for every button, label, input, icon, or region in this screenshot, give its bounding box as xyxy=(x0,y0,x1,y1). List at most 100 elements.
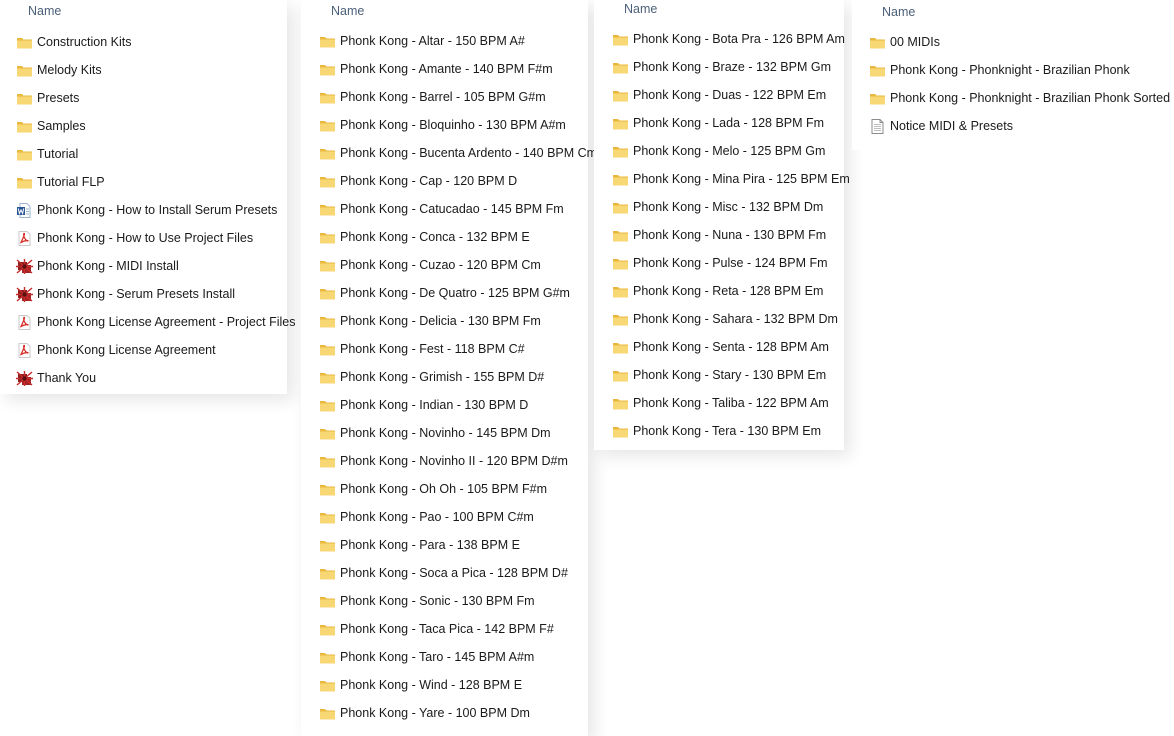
file-row[interactable]: Phonk Kong - Bota Pra - 126 BPM Am xyxy=(594,25,845,53)
folder-icon xyxy=(612,144,629,159)
name-column-header[interactable]: Name xyxy=(28,4,61,18)
file-row[interactable]: Phonk Kong - Phonknight - Brazilian Phon… xyxy=(852,84,1174,112)
file-row[interactable]: Phonk Kong - Tera - 130 BPM Em xyxy=(594,417,844,445)
folder-icon xyxy=(319,258,336,273)
file-row[interactable]: Phonk Kong - De Quatro - 125 BPM G#m xyxy=(301,279,588,307)
file-row[interactable]: Phonk Kong - Pao - 100 BPM C#m xyxy=(301,503,588,531)
file-row[interactable]: Phonk Kong - Conca - 132 BPM E xyxy=(301,223,588,251)
file-row[interactable]: Phonk Kong - Oh Oh - 105 BPM F#m xyxy=(301,475,588,503)
file-name: 00 MIDIs xyxy=(890,35,941,49)
file-row[interactable]: Phonk Kong - Cap - 120 BPM D xyxy=(301,167,588,195)
file-row[interactable]: Phonk Kong - Pulse - 124 BPM Fm xyxy=(594,249,844,277)
file-row[interactable]: Tutorial FLP xyxy=(0,168,287,196)
file-row[interactable]: Phonk Kong - Taca Pica - 142 BPM F# xyxy=(301,615,588,643)
file-row[interactable]: Phonk Kong - Serum Presets Install xyxy=(0,280,287,308)
folder-icon xyxy=(612,284,629,299)
file-name: Phonk Kong - Delicia - 130 BPM Fm xyxy=(340,314,541,328)
file-name: Phonk Kong - Pao - 100 BPM C#m xyxy=(340,510,534,524)
file-name: Notice MIDI & Presets xyxy=(890,119,1013,133)
file-row[interactable]: Phonk Kong - Grimish - 155 BPM D# xyxy=(301,363,588,391)
file-row[interactable]: Phonk Kong - How to Install Serum Preset… xyxy=(0,196,287,224)
file-name: Tutorial FLP xyxy=(37,175,105,189)
folder-icon xyxy=(612,340,629,355)
file-row[interactable]: Phonk Kong - Altar - 150 BPM A# xyxy=(301,27,588,55)
installer-icon xyxy=(16,370,33,386)
file-row[interactable]: Phonk Kong - How to Use Project Files xyxy=(0,224,287,252)
file-row[interactable]: Phonk Kong - Catucadao - 145 BPM Fm xyxy=(301,195,588,223)
file-row[interactable]: Phonk Kong - Delicia - 130 BPM Fm xyxy=(301,307,588,335)
file-row[interactable]: Phonk Kong - Bucenta Ardento - 140 BPM C… xyxy=(301,139,597,167)
file-row[interactable]: Phonk Kong - Nuna - 130 BPM Fm xyxy=(594,221,844,249)
file-name: Phonk Kong - Senta - 128 BPM Am xyxy=(633,340,829,354)
file-name: Phonk Kong - Bucenta Ardento - 140 BPM C… xyxy=(340,146,598,160)
folder-icon xyxy=(16,63,33,78)
folder-icon xyxy=(612,368,629,383)
file-row[interactable]: Phonk Kong - Senta - 128 BPM Am xyxy=(594,333,844,361)
file-row[interactable]: Phonk Kong - Amante - 140 BPM F#m xyxy=(301,55,588,83)
folder-icon xyxy=(319,482,336,497)
file-row[interactable]: Phonk Kong - Novinho II - 120 BPM D#m xyxy=(301,447,588,475)
file-row[interactable]: 00 MIDIs xyxy=(852,28,1174,56)
file-row[interactable]: Thank You xyxy=(0,364,287,392)
file-name: Phonk Kong - De Quatro - 125 BPM G#m xyxy=(340,286,570,300)
file-row[interactable]: Phonk Kong - Wind - 128 BPM E xyxy=(301,671,588,699)
file-name: Phonk Kong - Fest - 118 BPM C# xyxy=(340,342,525,356)
folder-icon xyxy=(319,454,336,469)
file-row[interactable]: Phonk Kong - Stary - 130 BPM Em xyxy=(594,361,844,389)
folder-icon xyxy=(319,118,336,133)
file-row[interactable]: Phonk Kong - Taliba - 122 BPM Am xyxy=(594,389,844,417)
file-row[interactable]: Phonk Kong - Taro - 145 BPM A#m xyxy=(301,643,588,671)
file-name: Phonk Kong - Sahara - 132 BPM Dm xyxy=(633,312,838,326)
file-row[interactable]: Phonk Kong - Duas - 122 BPM Em xyxy=(594,81,844,109)
file-row[interactable]: Phonk Kong - Melo - 125 BPM Gm xyxy=(594,137,844,165)
file-name: Phonk Kong - Cuzao - 120 BPM Cm xyxy=(340,258,541,272)
file-row[interactable]: Phonk Kong - MIDI Install xyxy=(0,252,287,280)
file-row[interactable]: Phonk Kong - Novinho - 145 BPM Dm xyxy=(301,419,588,447)
name-column-header[interactable]: Name xyxy=(882,5,915,19)
file-name: Phonk Kong - Taca Pica - 142 BPM F# xyxy=(340,622,554,636)
file-row[interactable]: Phonk Kong - Reta - 128 BPM Em xyxy=(594,277,844,305)
file-row[interactable]: Phonk Kong - Sahara - 132 BPM Dm xyxy=(594,305,844,333)
file-row[interactable]: Phonk Kong - Indian - 130 BPM D xyxy=(301,391,588,419)
file-row[interactable]: Tutorial xyxy=(0,140,287,168)
folder-icon xyxy=(612,228,629,243)
file-name: Phonk Kong - Bloquinho - 130 BPM A#m xyxy=(340,118,566,132)
folder-icon xyxy=(319,370,336,385)
name-column-header[interactable]: Name xyxy=(624,2,657,16)
file-row[interactable]: Phonk Kong License Agreement - Project F… xyxy=(0,308,295,336)
folder-icon xyxy=(612,256,629,271)
file-list-panel-1: Name Construction Kits Melody Kits Presets… xyxy=(0,0,295,394)
file-row[interactable]: Samples xyxy=(0,112,287,140)
file-row[interactable]: Phonk Kong - Barrel - 105 BPM G#m xyxy=(301,83,588,111)
file-name: Phonk Kong - Taliba - 122 BPM Am xyxy=(633,396,829,410)
file-row[interactable]: Phonk Kong - Braze - 132 BPM Gm xyxy=(594,53,844,81)
file-name: Samples xyxy=(37,119,86,133)
folder-icon xyxy=(319,510,336,525)
file-name: Phonk Kong License Agreement - Project F… xyxy=(37,315,296,329)
file-row[interactable]: Phonk Kong - Cuzao - 120 BPM Cm xyxy=(301,251,588,279)
file-row[interactable]: Phonk Kong - Misc - 132 BPM Dm xyxy=(594,193,844,221)
file-row[interactable]: Phonk Kong License Agreement xyxy=(0,336,287,364)
file-row[interactable]: Construction Kits xyxy=(0,28,287,56)
file-row[interactable]: Notice MIDI & Presets xyxy=(852,112,1174,140)
name-column-header[interactable]: Name xyxy=(331,4,364,18)
file-row[interactable]: Phonk Kong - Soca a Pica - 128 BPM D# xyxy=(301,559,588,587)
file-row[interactable]: Melody Kits xyxy=(0,56,287,84)
file-row[interactable]: Phonk Kong - Sonic - 130 BPM Fm xyxy=(301,587,588,615)
file-name: Phonk Kong - Lada - 128 BPM Fm xyxy=(633,116,825,130)
folder-icon xyxy=(612,116,629,131)
file-name: Phonk Kong - Wind - 128 BPM E xyxy=(340,678,523,692)
file-row[interactable]: Phonk Kong - Lada - 128 BPM Fm xyxy=(594,109,844,137)
file-name: Phonk Kong - MIDI Install xyxy=(37,259,179,273)
file-name: Phonk Kong - Catucadao - 145 BPM Fm xyxy=(340,202,564,216)
folder-icon xyxy=(612,424,629,439)
file-row[interactable]: Presets xyxy=(0,84,287,112)
pdf-file-icon xyxy=(16,230,33,246)
file-row[interactable]: Phonk Kong - Para - 138 BPM E xyxy=(301,531,588,559)
file-row[interactable]: Phonk Kong - Bloquinho - 130 BPM A#m xyxy=(301,111,588,139)
file-row[interactable]: Phonk Kong - Yare - 100 BPM Dm xyxy=(301,699,588,727)
file-row[interactable]: Phonk Kong - Phonknight - Brazilian Phon… xyxy=(852,56,1174,84)
file-row[interactable]: Phonk Kong - Mina Pira - 125 BPM Em xyxy=(594,165,850,193)
file-row[interactable]: Phonk Kong - Fest - 118 BPM C# xyxy=(301,335,588,363)
folder-icon xyxy=(319,202,336,217)
